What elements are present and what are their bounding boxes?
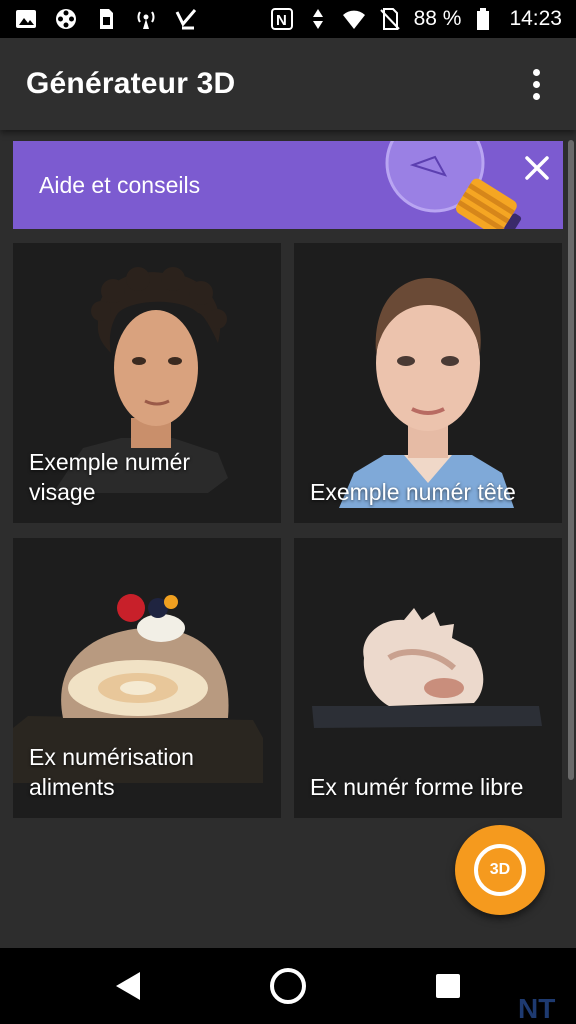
sim-icon [94,8,118,30]
status-bar: N 88 % 14:23 [0,0,576,38]
card-example-food[interactable]: Ex numérisation aliments [13,538,281,818]
status-notification-icons [14,8,198,30]
status-system-icons: N 88 % 14:23 [270,7,562,31]
data-arrows-icon [306,8,330,30]
card-label: Ex numérisation aliments [29,744,194,800]
no-sim-icon [378,8,402,30]
svg-text:N: N [276,12,287,29]
check-flag-icon [174,8,198,30]
clock: 14:23 [509,7,562,30]
card-example-freeform[interactable]: Ex numér forme libre [294,538,562,818]
system-nav-bar: NT [0,948,576,1024]
lightbulb-icon [385,141,522,229]
nfc-icon: N [270,8,294,30]
film-reel-icon [54,8,78,30]
recents-square-icon[interactable] [436,974,460,998]
card-label: Exemple numér visage [29,449,191,505]
wifi-broadcast-icon [134,8,158,30]
camera-shutter-icon: 3D [474,844,526,896]
more-vert-icon[interactable] [522,64,550,104]
close-icon[interactable] [523,154,551,182]
battery-icon [473,8,497,30]
page-title: Générateur 3D [26,67,236,100]
card-label: Exemple numér tête [310,479,516,505]
help-tips-banner[interactable]: Aide et conseils [13,141,563,229]
banner-text: Aide et conseils [39,172,201,198]
card-example-head[interactable]: Exemple numér tête [294,243,562,523]
card-example-face[interactable]: Exemple numér visage [13,243,281,523]
image-icon [14,8,38,30]
create-3d-fab-button[interactable]: 3D [455,825,545,915]
home-circle-icon[interactable] [270,968,306,1004]
scrollbar[interactable] [568,140,574,780]
app-bar: Générateur 3D [0,38,576,130]
wifi-icon [342,8,366,30]
battery-percent: 88 % [413,7,462,30]
fab-label: 3D [489,861,511,878]
back-triangle-icon[interactable] [112,968,146,1004]
watermark-logo: NT [518,993,556,1024]
card-label: Ex numér forme libre [310,774,524,800]
